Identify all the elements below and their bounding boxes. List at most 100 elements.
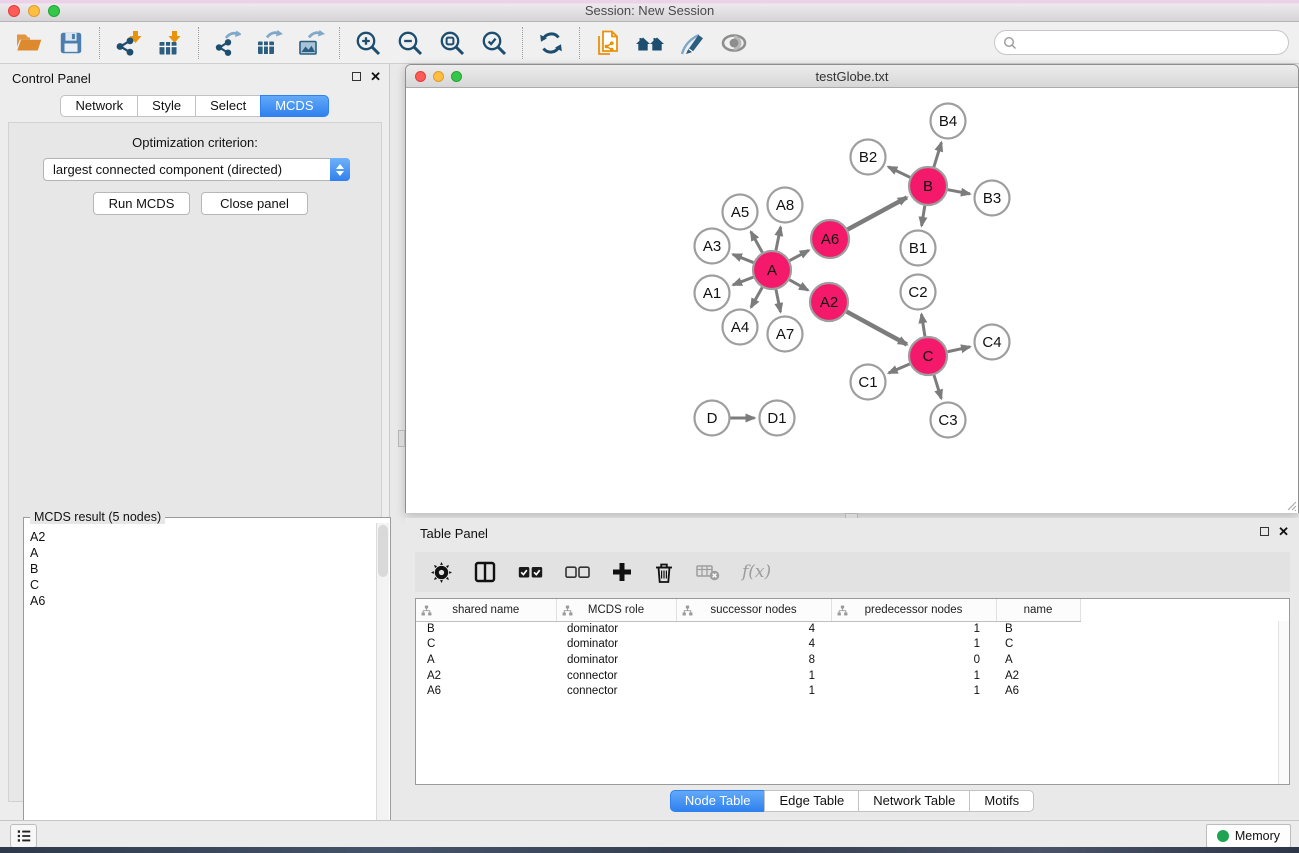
criterion-select[interactable]: largest connected component (directed): [43, 158, 350, 181]
graph-node-A1[interactable]: A1: [695, 276, 730, 311]
search-input[interactable]: [1017, 33, 1288, 53]
tab-edge-table[interactable]: Edge Table: [764, 790, 859, 812]
graph-edge-A-A5[interactable]: [751, 232, 762, 253]
graph-node-C3[interactable]: C3: [931, 403, 966, 438]
tab-select[interactable]: Select: [195, 95, 261, 117]
deselect-all-button[interactable]: [565, 566, 590, 579]
show-hide-graphics-button[interactable]: [713, 25, 755, 61]
column-header-mcds-role[interactable]: MCDS role: [556, 599, 676, 621]
memory-button[interactable]: Memory: [1206, 824, 1291, 848]
graph-node-B2[interactable]: B2: [851, 140, 886, 175]
function-builder-button[interactable]: f(x): [742, 562, 771, 582]
select-all-button[interactable]: [518, 566, 543, 579]
column-header-predecessor-nodes[interactable]: predecessor nodes: [831, 599, 996, 621]
home-layout-button[interactable]: [629, 25, 671, 61]
task-history-button[interactable]: [10, 824, 37, 848]
table-header-row[interactable]: shared nameMCDS rolesuccessor nodesprede…: [416, 599, 1289, 621]
network-window-titlebar[interactable]: testGlobe.txt: [406, 65, 1298, 88]
graph-node-A3[interactable]: A3: [695, 229, 730, 264]
graph-node-C4[interactable]: C4: [975, 325, 1010, 360]
mcds-result-item[interactable]: A6: [30, 593, 376, 609]
table-row[interactable]: Bdominator41B: [416, 621, 1289, 637]
graph-edge-B-B1[interactable]: [922, 206, 925, 226]
resize-grip-icon[interactable]: [1285, 499, 1297, 511]
zoom-selected-button[interactable]: [473, 25, 515, 61]
table-scrollbar[interactable]: [1278, 621, 1289, 784]
graph-node-A4[interactable]: A4: [723, 310, 758, 345]
annotation-pen-button[interactable]: [671, 25, 713, 61]
column-header-name[interactable]: name: [996, 599, 1080, 621]
network-canvas[interactable]: AA1A3A4A5A7A8A6A2BB1B2B3B4CC1C2C3C4DD1: [406, 88, 1298, 513]
mcds-result-item[interactable]: B: [30, 561, 376, 577]
graph-edge-A2-C[interactable]: [847, 312, 907, 345]
network-from-file-button[interactable]: [587, 25, 629, 61]
mcds-result-item[interactable]: C: [30, 577, 376, 593]
graph-edge-C-C2[interactable]: [921, 314, 924, 336]
graph-node-A7[interactable]: A7: [768, 317, 803, 352]
search-field[interactable]: [994, 30, 1289, 55]
graph-node-D1[interactable]: D1: [760, 401, 795, 436]
graph-edge-C-C1[interactable]: [889, 364, 910, 373]
graph-edge-C-C4[interactable]: [948, 347, 970, 352]
mcds-result-item[interactable]: A: [30, 545, 376, 561]
network-graph[interactable]: AA1A3A4A5A7A8A6A2BB1B2B3B4CC1C2C3C4DD1: [406, 88, 1298, 513]
graph-edge-A-A3[interactable]: [733, 254, 754, 262]
graph-node-B3[interactable]: B3: [975, 181, 1010, 216]
tab-node-table[interactable]: Node Table: [670, 790, 766, 812]
column-header-shared-name[interactable]: shared name: [416, 599, 556, 621]
table-row[interactable]: A2connector11A2: [416, 668, 1289, 684]
column-header-successor-nodes[interactable]: successor nodes: [676, 599, 831, 621]
graph-node-C2[interactable]: C2: [901, 275, 936, 310]
graph-node-A5[interactable]: A5: [723, 195, 758, 230]
close-panel-icon[interactable]: ✕: [370, 71, 381, 82]
mcds-result-item[interactable]: A2: [30, 529, 376, 545]
import-table-button[interactable]: [149, 25, 191, 61]
graph-edge-A-A2[interactable]: [789, 280, 808, 290]
save-session-button[interactable]: [50, 25, 92, 61]
table-row[interactable]: A6connector11A6: [416, 683, 1289, 699]
close-panel-button[interactable]: Close panel: [201, 192, 308, 215]
graph-edge-A-A8[interactable]: [776, 227, 781, 250]
graph-node-D[interactable]: D: [695, 401, 730, 436]
open-session-button[interactable]: [8, 25, 50, 61]
graph-node-B[interactable]: B: [909, 167, 947, 205]
tab-motifs[interactable]: Motifs: [969, 790, 1034, 812]
table-row[interactable]: Adominator80A: [416, 652, 1289, 668]
graph-node-A2[interactable]: A2: [810, 283, 848, 321]
delete-column-button[interactable]: [654, 561, 674, 583]
graph-node-C[interactable]: C: [909, 337, 947, 375]
node-table[interactable]: shared nameMCDS rolesuccessor nodesprede…: [415, 598, 1290, 785]
graph-edge-A6-B[interactable]: [848, 197, 907, 229]
graph-node-A8[interactable]: A8: [768, 188, 803, 223]
graph-node-A[interactable]: A: [753, 251, 791, 289]
graph-edge-A-A4[interactable]: [751, 287, 762, 307]
desktop-vscroll-thumb[interactable]: [398, 430, 405, 447]
export-network-button[interactable]: [206, 25, 248, 61]
import-network-button[interactable]: [107, 25, 149, 61]
export-table-button[interactable]: [248, 25, 290, 61]
delete-table-button[interactable]: [696, 563, 720, 581]
graph-edge-C-C3[interactable]: [934, 375, 941, 398]
close-table-panel-icon[interactable]: ✕: [1278, 526, 1289, 537]
export-image-button[interactable]: [290, 25, 332, 61]
zoom-in-button[interactable]: [347, 25, 389, 61]
table-row[interactable]: Cdominator41C: [416, 637, 1289, 653]
graph-edge-A-A7[interactable]: [776, 290, 781, 312]
graph-edge-A-A1[interactable]: [733, 277, 753, 285]
float-panel-icon[interactable]: [352, 72, 361, 81]
zoom-fit-button[interactable]: [431, 25, 473, 61]
graph-node-C1[interactable]: C1: [851, 365, 886, 400]
graph-edge-B-B4[interactable]: [934, 143, 942, 167]
tab-style[interactable]: Style: [137, 95, 196, 117]
tab-network[interactable]: Network: [60, 95, 138, 117]
mcds-result-list[interactable]: A2ABCA6: [25, 523, 376, 853]
refresh-button[interactable]: [530, 25, 572, 61]
graph-edge-B-B2[interactable]: [888, 167, 910, 178]
graph-node-B1[interactable]: B1: [901, 231, 936, 266]
graph-node-A6[interactable]: A6: [811, 220, 849, 258]
run-mcds-button[interactable]: Run MCDS: [93, 192, 190, 215]
float-table-panel-icon[interactable]: [1260, 527, 1269, 536]
tab-network-table[interactable]: Network Table: [858, 790, 970, 812]
zoom-out-button[interactable]: [389, 25, 431, 61]
table-settings-button[interactable]: [431, 562, 452, 583]
